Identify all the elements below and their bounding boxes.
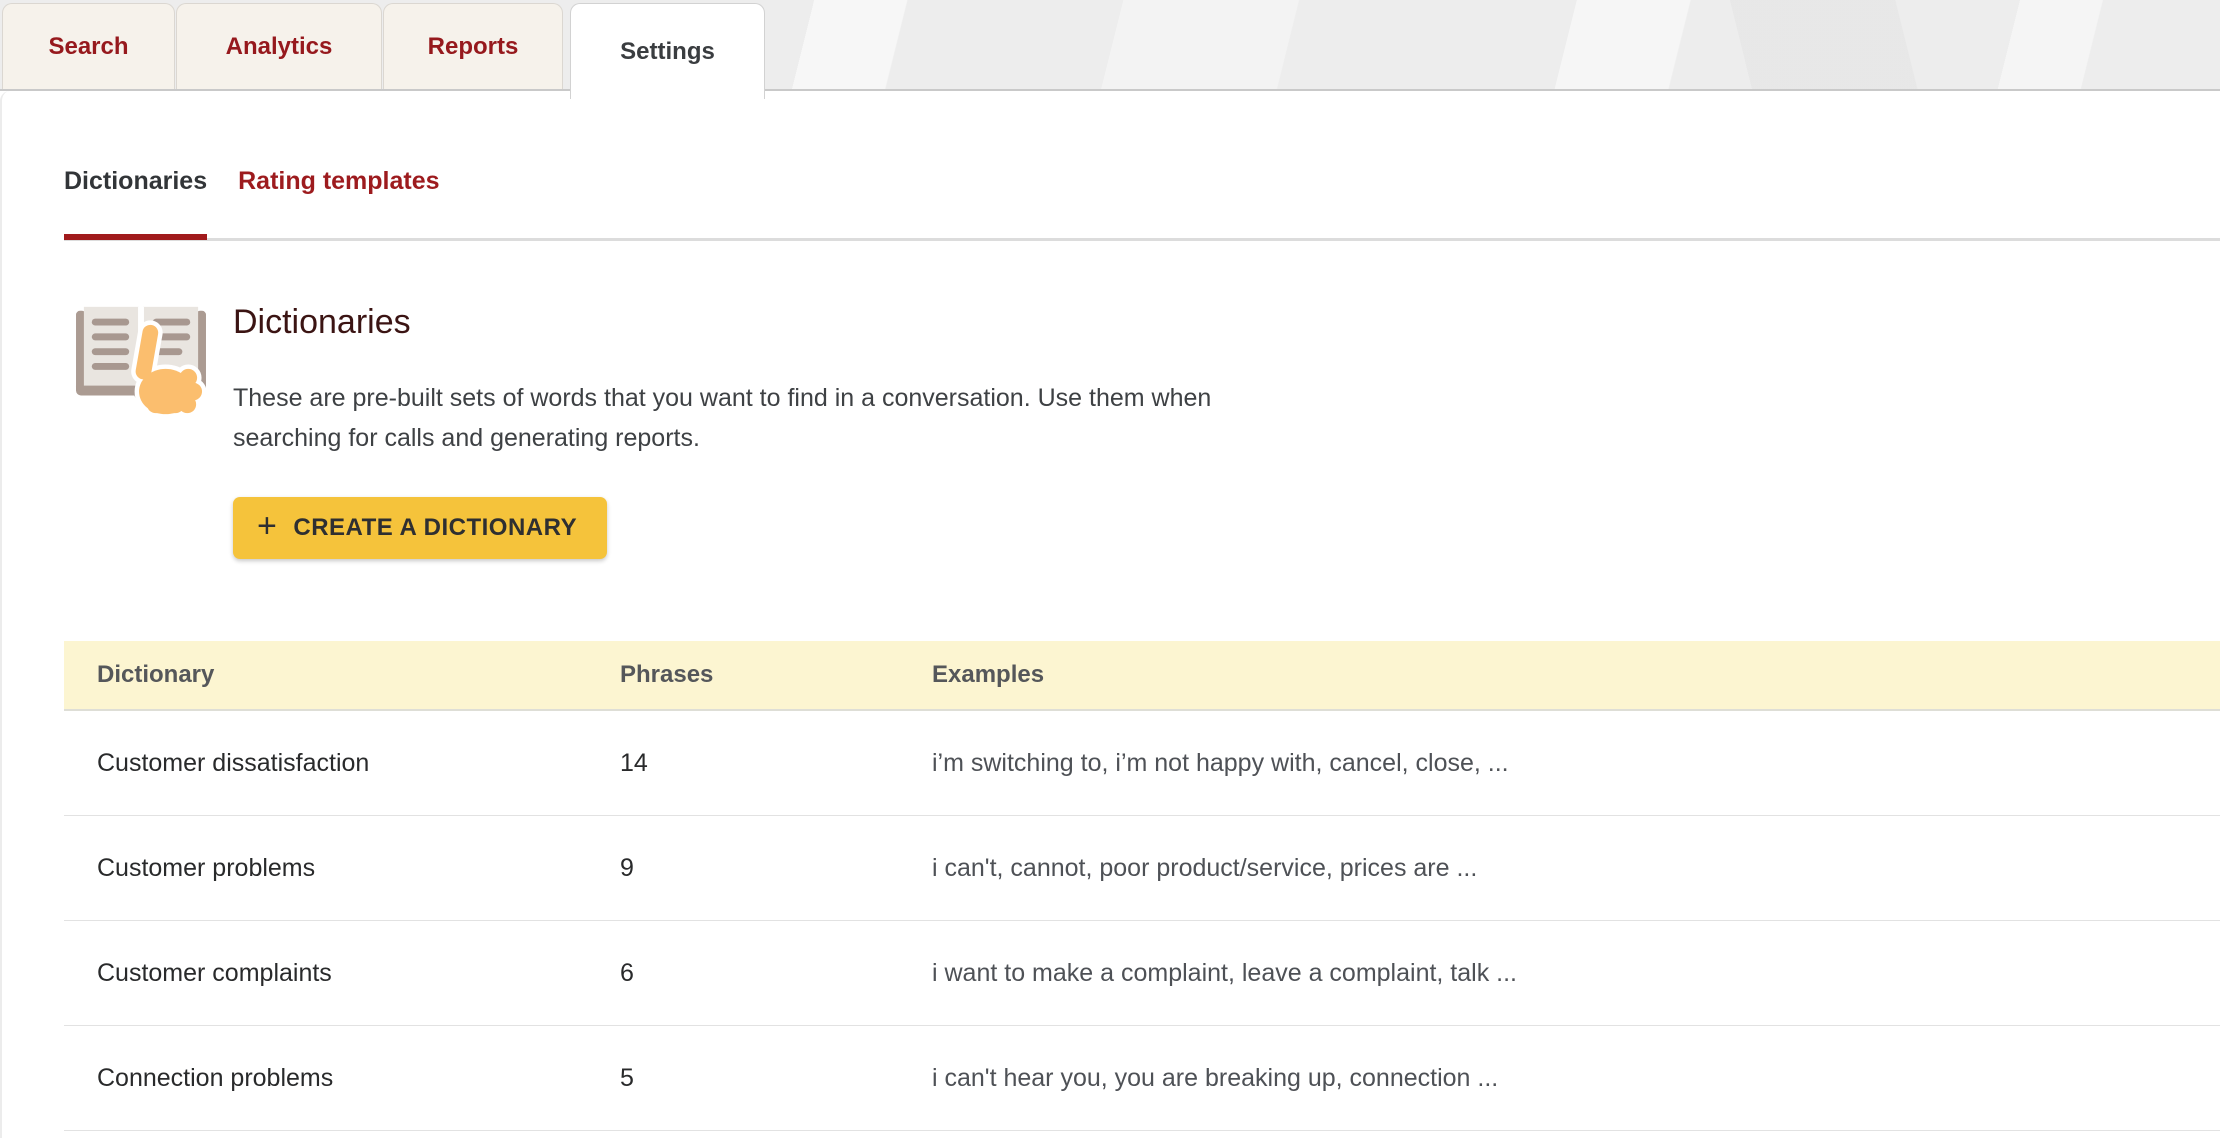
section-description-line1: These are pre-built sets of words that y… bbox=[233, 384, 1211, 412]
cell-phrases: 6 bbox=[587, 959, 899, 988]
create-dictionary-button-label: CREATE A DICTIONARY bbox=[293, 514, 577, 542]
cell-examples: i can't hear you, you are breaking up, c… bbox=[899, 1064, 2220, 1093]
table-row-customer-complaints[interactable]: Customer complaints 6 i want to make a c… bbox=[64, 921, 2220, 1026]
cell-phrases: 5 bbox=[587, 1064, 899, 1093]
cell-dictionary: Customer problems bbox=[64, 854, 587, 883]
settings-sub-tabs: Dictionaries Rating templates bbox=[64, 161, 440, 240]
column-header-dictionary: Dictionary bbox=[64, 661, 587, 689]
table-row-connection-problems[interactable]: Connection problems 5 i can't hear you, … bbox=[64, 1026, 2220, 1131]
table-row-customer-dissatisfaction[interactable]: Customer dissatisfaction 14 i’m switchin… bbox=[64, 711, 2220, 816]
tab-settings-label: Settings bbox=[620, 38, 715, 66]
create-dictionary-button[interactable]: + CREATE A DICTIONARY bbox=[233, 497, 607, 559]
cell-phrases: 14 bbox=[587, 749, 899, 778]
section-description: These are pre-built sets of words that y… bbox=[233, 378, 1211, 458]
dictionaries-table: Dictionary Phrases Examples Customer dis… bbox=[64, 641, 2220, 1131]
tab-analytics[interactable]: Analytics bbox=[176, 3, 382, 89]
cell-dictionary: Connection problems bbox=[64, 1064, 587, 1093]
screen: Search Analytics Reports Settings Dictio… bbox=[0, 0, 2220, 1138]
tab-analytics-label: Analytics bbox=[226, 33, 333, 61]
subtab-dictionaries[interactable]: Dictionaries bbox=[64, 161, 207, 240]
table-row-customer-problems[interactable]: Customer problems 9 i can't, cannot, poo… bbox=[64, 816, 2220, 921]
subtab-rating-templates[interactable]: Rating templates bbox=[238, 161, 439, 240]
cell-examples: i’m switching to, i’m not happy with, ca… bbox=[899, 749, 2220, 778]
cell-examples: i want to make a complaint, leave a comp… bbox=[899, 959, 2220, 988]
tab-reports-label: Reports bbox=[428, 33, 519, 61]
content-panel: Dictionaries Rating templates bbox=[0, 91, 2220, 1138]
cell-phrases: 9 bbox=[587, 854, 899, 883]
tab-search-label: Search bbox=[48, 33, 128, 61]
cell-examples: i can't, cannot, poor product/service, p… bbox=[899, 854, 2220, 883]
tab-reports[interactable]: Reports bbox=[383, 3, 563, 89]
cell-dictionary: Customer complaints bbox=[64, 959, 587, 988]
cell-dictionary: Customer dissatisfaction bbox=[64, 749, 587, 778]
main-tab-bar: Search Analytics Reports Settings bbox=[0, 0, 2220, 91]
section-description-line2: searching for calls and generating repor… bbox=[233, 424, 700, 452]
tab-settings[interactable]: Settings bbox=[570, 3, 765, 99]
column-header-examples: Examples bbox=[899, 661, 2220, 689]
section-title: Dictionaries bbox=[233, 303, 411, 342]
open-book-pointing-hand-icon bbox=[72, 297, 210, 425]
table-header-row: Dictionary Phrases Examples bbox=[64, 641, 2220, 711]
column-header-phrases: Phrases bbox=[587, 661, 899, 689]
tab-search[interactable]: Search bbox=[2, 3, 175, 89]
